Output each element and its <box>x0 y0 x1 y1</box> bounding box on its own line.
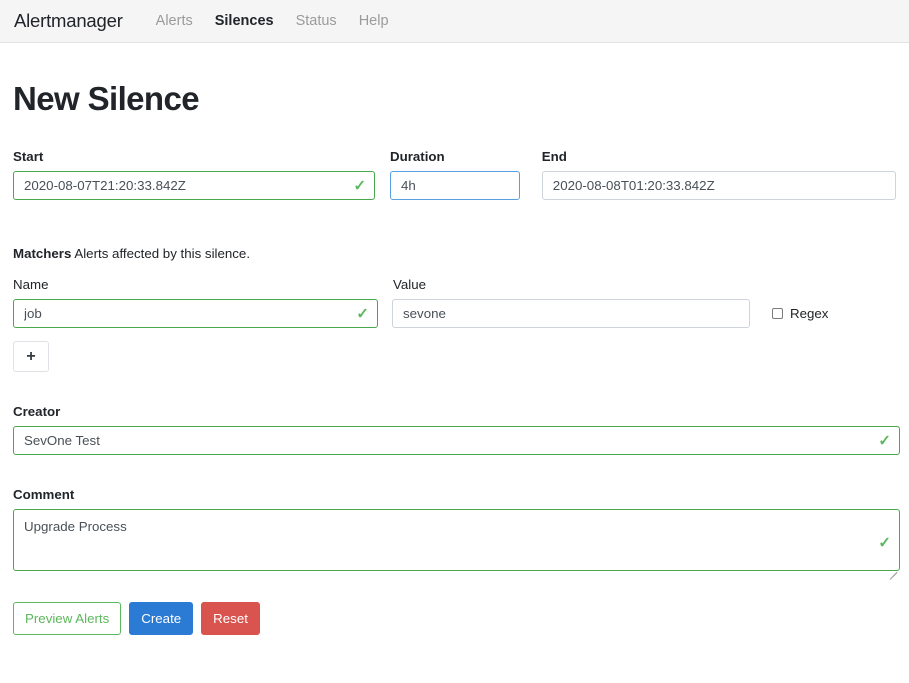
create-button[interactable]: Create <box>129 602 194 635</box>
regex-label: Regex <box>790 306 829 321</box>
end-field-group: End <box>541 149 896 200</box>
duration-input[interactable] <box>390 171 520 200</box>
reset-button[interactable]: Reset <box>201 602 260 635</box>
regex-checkbox-group[interactable]: Regex <box>772 299 828 328</box>
matchers-labels-row: Name Value <box>13 277 896 299</box>
matcher-name-wrap: ✓ <box>13 299 378 328</box>
start-input[interactable] <box>13 171 376 200</box>
comment-textarea[interactable]: Upgrade Process <box>13 509 900 571</box>
creator-input[interactable] <box>13 426 900 455</box>
regex-checkbox[interactable] <box>772 308 783 319</box>
preview-alerts-button[interactable]: Preview Alerts <box>13 602 122 635</box>
creator-label: Creator <box>13 404 61 419</box>
page-title: New Silence <box>13 80 200 117</box>
matcher-value-input[interactable] <box>392 299 750 328</box>
matcher-name-input[interactable] <box>13 299 378 328</box>
primary-nav: Alerts Silences Status Help <box>145 13 400 29</box>
matcher-value-group <box>392 299 750 328</box>
matcher-name-group: ✓ <box>13 299 378 328</box>
start-field-group: Start ✓ <box>13 149 376 200</box>
creator-input-wrap: ✓ <box>13 426 900 455</box>
duration-label: Duration <box>390 149 445 164</box>
matcher-value-wrap <box>392 299 750 328</box>
matcher-name-label: Name <box>13 277 49 292</box>
matchers-description: Alerts affected by this silence. <box>74 246 251 261</box>
add-matcher-button[interactable]: + <box>13 341 49 372</box>
end-label: End <box>541 149 567 164</box>
nav-link-help[interactable]: Help <box>348 13 400 29</box>
nav-link-silences[interactable]: Silences <box>204 13 285 29</box>
schedule-row: Start ✓ Duration End <box>13 149 896 200</box>
matchers-heading-row: Matchers Alerts affected by this silence… <box>13 246 896 261</box>
start-label: Start <box>13 149 44 164</box>
new-silence-page: New Silence Start ✓ Duration End Matche <box>0 80 909 635</box>
matcher-row: ✓ Regex <box>13 299 896 328</box>
top-navbar: Alertmanager Alerts Silences Status Help <box>0 0 909 43</box>
nav-link-status[interactable]: Status <box>285 13 348 29</box>
app-brand[interactable]: Alertmanager <box>14 10 123 32</box>
creator-field-group: Creator ✓ <box>13 404 900 455</box>
comment-label: Comment <box>13 487 75 502</box>
form-actions: Preview Alerts Create Reset <box>13 602 896 635</box>
nav-link-alerts[interactable]: Alerts <box>145 13 204 29</box>
end-input-wrap <box>541 171 896 200</box>
end-input[interactable] <box>541 171 896 200</box>
matcher-value-label: Value <box>393 277 427 292</box>
duration-input-wrap <box>390 171 520 200</box>
matchers-heading: Matchers <box>13 246 72 261</box>
start-input-wrap: ✓ <box>13 171 376 200</box>
comment-field-group: Comment Upgrade Process ✓ <box>13 487 900 580</box>
comment-input-wrap: Upgrade Process ✓ <box>13 509 900 580</box>
duration-field-group: Duration <box>390 149 520 200</box>
